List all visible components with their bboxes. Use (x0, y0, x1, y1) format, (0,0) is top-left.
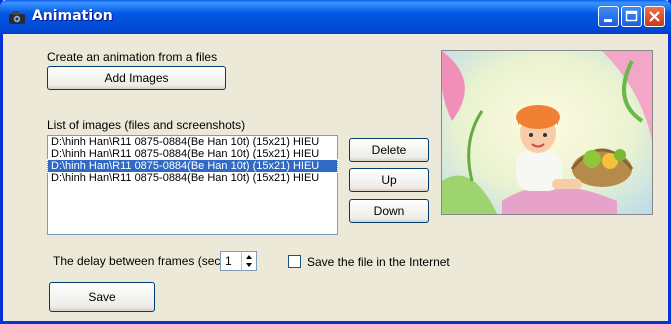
create-label: Create an animation from a files (47, 50, 218, 64)
animation-window: Animation Create an animation from a fil… (0, 0, 671, 324)
spin-up-down-icon[interactable] (242, 252, 256, 270)
list-label: List of images (files and screenshots) (47, 118, 246, 132)
delay-label: The delay between frames (sec) (53, 254, 225, 268)
images-listbox[interactable]: D:\hinh Han\R11 0875-0884(Be Han 10t) (1… (47, 135, 338, 235)
close-button[interactable] (644, 6, 665, 27)
delay-value[interactable]: 1 (225, 254, 232, 268)
up-button[interactable]: Up (349, 168, 429, 192)
maximize-button[interactable] (621, 6, 642, 27)
delete-button[interactable]: Delete (349, 138, 429, 162)
minimize-icon (604, 19, 612, 22)
save-button[interactable]: Save (49, 282, 155, 312)
spin-arrows[interactable] (241, 252, 256, 270)
preview-image (441, 50, 653, 215)
list-item[interactable]: D:\hinh Han\R11 0875-0884(Be Han 10t) (1… (48, 148, 337, 160)
list-item[interactable]: D:\hinh Han\R11 0875-0884(Be Han 10t) (1… (48, 172, 337, 184)
close-icon (649, 11, 660, 22)
list-item[interactable]: D:\hinh Han\R11 0875-0884(Be Han 10t) (1… (48, 136, 337, 148)
down-button[interactable]: Down (349, 199, 429, 223)
save-internet-label: Save the file in the Internet (307, 255, 450, 269)
save-internet-checkbox[interactable] (288, 255, 301, 268)
window-title: Animation (32, 8, 113, 24)
title-bar[interactable]: Animation (0, 0, 671, 34)
list-item-selected[interactable]: D:\hinh Han\R11 0875-0884(Be Han 10t) (1… (47, 159, 338, 173)
maximize-icon (625, 10, 638, 22)
delay-spinner[interactable]: 1 (220, 251, 257, 271)
camera-icon (9, 11, 25, 24)
minimize-button[interactable] (598, 6, 619, 27)
add-images-button[interactable]: Add Images (47, 66, 226, 90)
dialog-body: Create an animation from a files Add Ima… (3, 34, 668, 321)
